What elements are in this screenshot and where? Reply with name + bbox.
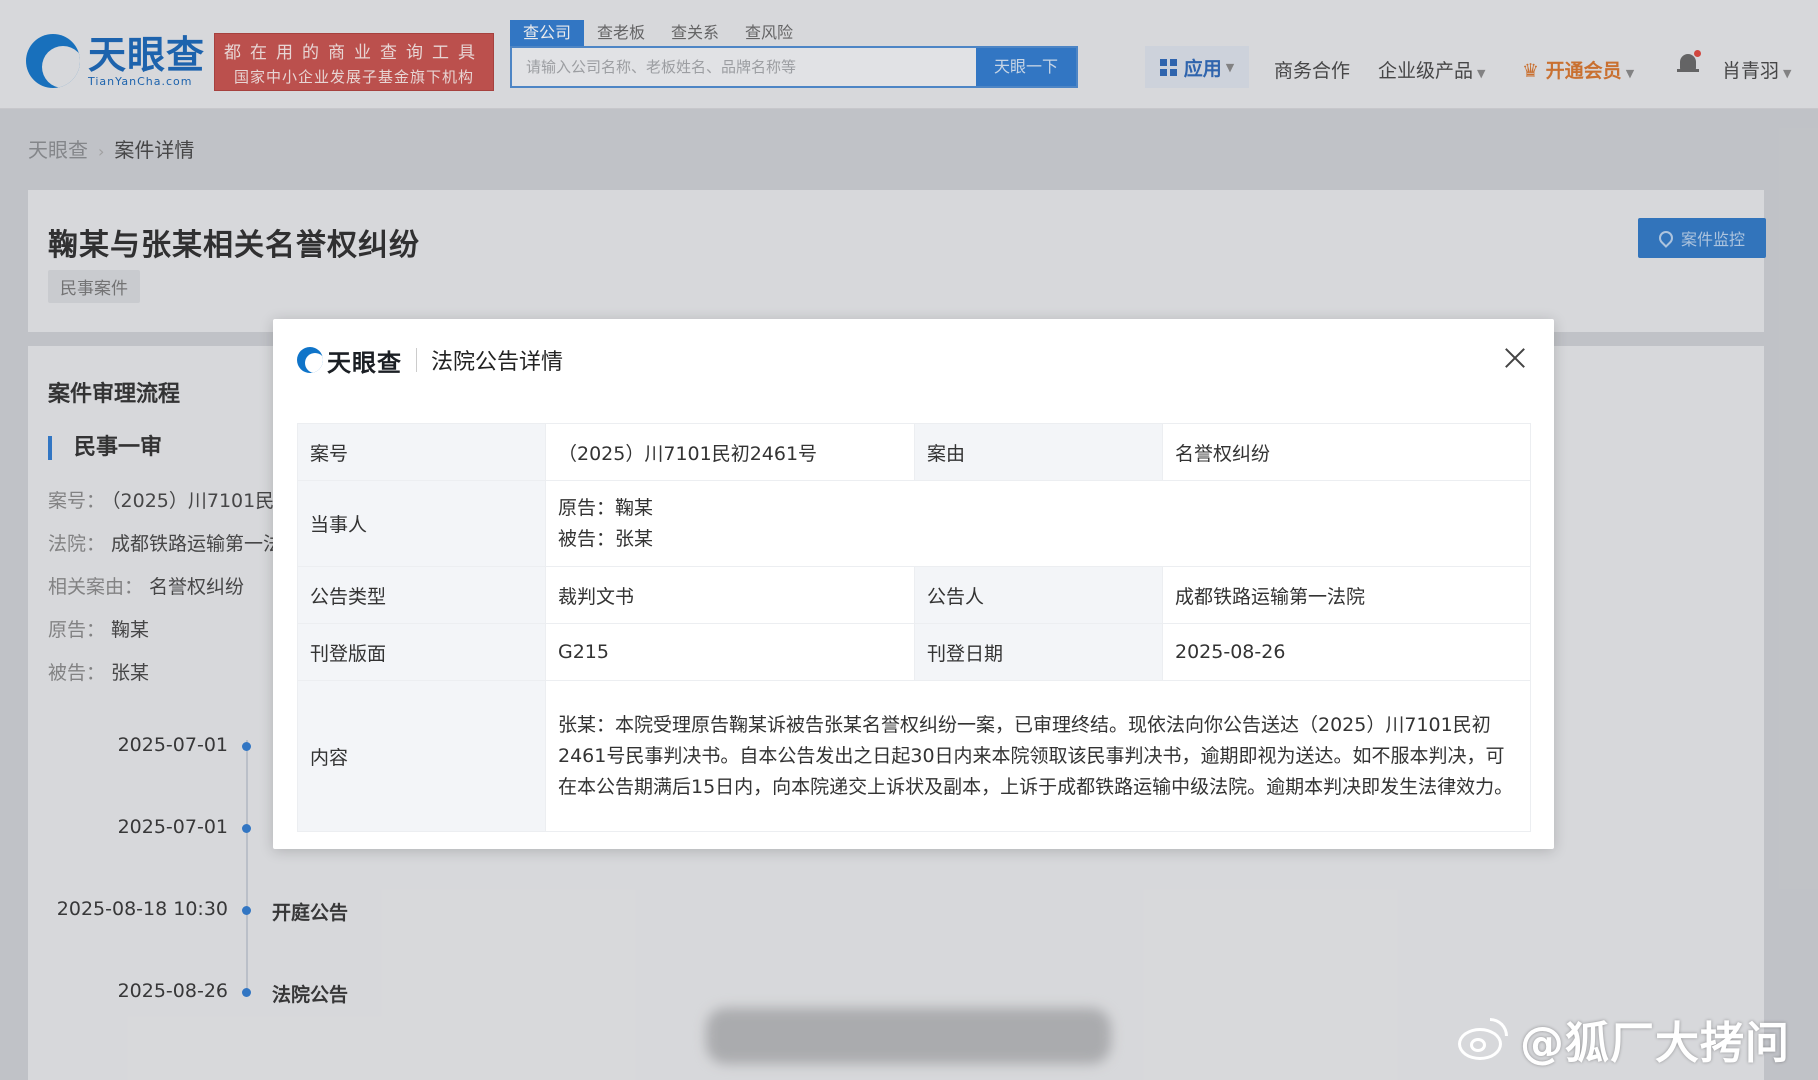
watermark-text: @狐厂大拷问 — [1520, 1018, 1790, 1069]
table-row: 案号 （2025）川7101民初2461号 案由 名誉权纠纷 — [297, 423, 1531, 481]
modal-logo: 天眼查 — [297, 343, 402, 378]
announcer-label: 公告人 — [914, 566, 1163, 624]
content-value: 张某：本院受理原告鞠某诉被告张某名誉权纠纷一案，已审理终结。现依法向你公告送达（… — [558, 713, 1514, 798]
cause-label: 案由 — [914, 423, 1163, 481]
publish-date-value: 2025-08-26 — [1162, 623, 1531, 681]
table-row: 当事人 原告：鞠某 被告：张某 — [297, 480, 1531, 567]
modal-title: 法院公告详情 — [431, 350, 564, 375]
table-row: 刊登版面 G215 刊登日期 2025-08-26 — [297, 623, 1531, 681]
page-label: 刊登版面 — [297, 623, 546, 681]
modal-header: 天眼查 法院公告详情 — [297, 343, 563, 377]
case-no-label: 案号 — [297, 423, 546, 481]
content-label: 内容 — [297, 680, 546, 832]
logo-mark-icon — [297, 347, 323, 373]
cause-value: 名誉权纠纷 — [1162, 423, 1531, 481]
divider — [416, 348, 417, 372]
plaintiff-value: 原告：鞠某 — [558, 496, 654, 519]
case-no-value: （2025）川7101民初2461号 — [545, 423, 915, 481]
weibo-watermark: @狐厂大拷问 — [1456, 1007, 1790, 1071]
court-notice-modal: 天眼查 法院公告详情 案号 （2025）川7101民初2461号 案由 名誉权纠… — [273, 319, 1554, 849]
page-value: G215 — [545, 623, 915, 681]
publish-date-label: 刊登日期 — [914, 623, 1163, 681]
notice-type-label: 公告类型 — [297, 566, 546, 624]
parties-value: 原告：鞠某 被告：张某 — [545, 480, 1531, 567]
table-row: 公告类型 裁判文书 公告人 成都铁路运输第一法院 — [297, 566, 1531, 624]
content-cell: 张某：本院受理原告鞠某诉被告张某名誉权纠纷一案，已审理终结。现依法向你公告送达（… — [545, 680, 1531, 832]
close-icon[interactable] — [1504, 347, 1526, 369]
table-row: 内容 张某：本院受理原告鞠某诉被告张某名誉权纠纷一案，已审理终结。现依法向你公告… — [297, 680, 1531, 832]
defendant-value: 被告：张某 — [558, 527, 654, 550]
notice-type-value: 裁判文书 — [545, 566, 915, 624]
announcer-value: 成都铁路运输第一法院 — [1162, 566, 1531, 624]
parties-label: 当事人 — [297, 480, 546, 567]
modal-logo-text: 天眼查 — [327, 348, 402, 377]
weibo-icon — [1456, 1014, 1514, 1064]
notice-detail-table: 案号 （2025）川7101民初2461号 案由 名誉权纠纷 当事人 原告：鞠某… — [297, 423, 1531, 832]
